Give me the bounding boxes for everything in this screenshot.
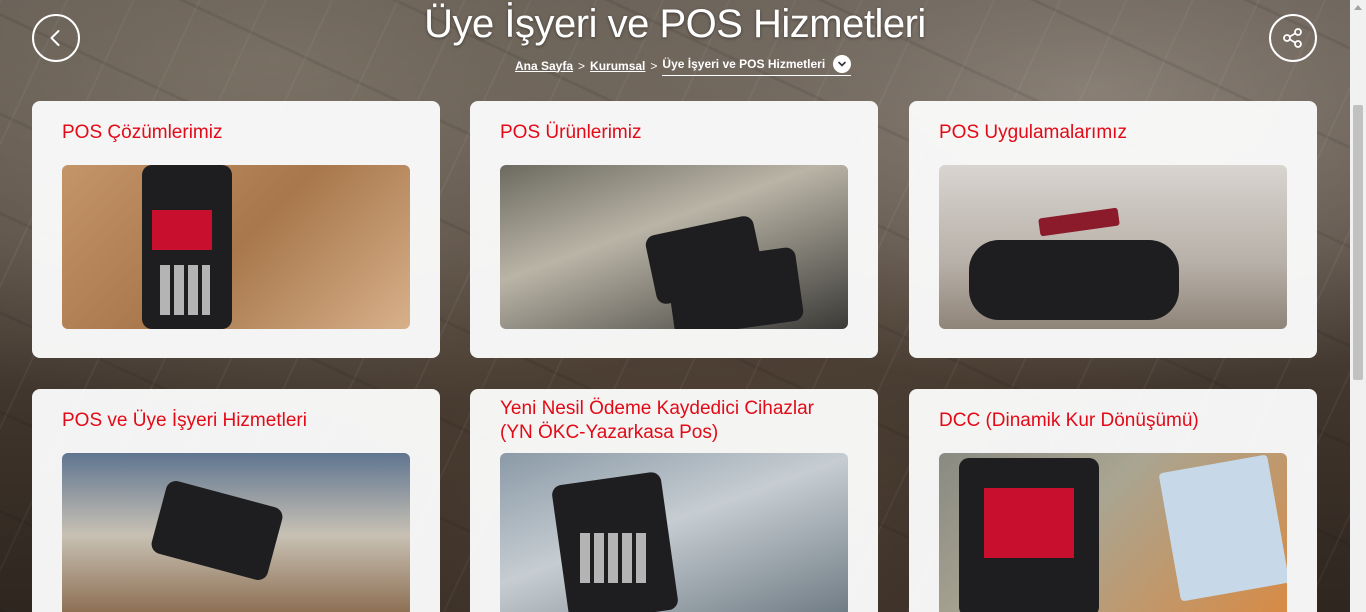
card-title: POS Uygulamalarımız <box>939 122 1127 143</box>
card-pos-applications[interactable]: POS Uygulamalarımız <box>909 101 1317 358</box>
page-title: Üye İşyeri ve POS Hizmetleri <box>424 2 926 46</box>
card-title: DCC (Dinamik Kur Dönüşümü) <box>939 410 1199 431</box>
pos-terminal-image <box>62 165 410 329</box>
contactless-payment-image <box>939 165 1287 329</box>
card-pos-solutions[interactable]: POS Çözümlerimiz <box>32 101 440 358</box>
breadcrumb-separator: > <box>578 58 586 73</box>
handheld-pos-image <box>500 453 848 612</box>
scrollbar[interactable] <box>1350 0 1366 612</box>
scroll-up-arrow-icon[interactable] <box>1354 5 1362 10</box>
chevron-down-icon <box>833 55 852 73</box>
card-title: Yeni Nesil Ödeme Kaydedici Cihazlar (YN … <box>500 398 815 443</box>
card-handover-image <box>62 453 410 612</box>
card-title: POS Çözümlerimiz <box>62 122 223 143</box>
card-pos-products[interactable]: POS Ürünlerimiz <box>470 101 878 358</box>
pos-currency-image <box>939 453 1287 612</box>
page-header: Üye İşyeri ve POS Hizmetleri Ana Sayfa >… <box>0 0 1350 100</box>
card-title: POS Ürünlerimiz <box>500 122 642 143</box>
card-dcc[interactable]: DCC (Dinamik Kur Dönüşümü) <box>909 389 1317 612</box>
breadcrumb-current-dropdown[interactable]: Üye İşyeri ve POS Hizmetleri <box>662 55 852 76</box>
card-pos-merchant-services[interactable]: POS ve Üye İşyeri Hizmetleri <box>32 389 440 612</box>
pos-terminals-image <box>500 165 848 329</box>
breadcrumb-item-home[interactable]: Ana Sayfa <box>515 59 573 73</box>
share-icon <box>1283 28 1302 48</box>
breadcrumb-current-label: Üye İşyeri ve POS Hizmetleri <box>662 57 826 71</box>
breadcrumb-separator: > <box>650 58 658 73</box>
breadcrumb: Ana Sayfa > Kurumsal > Üye İşyeri ve POS… <box>515 55 852 76</box>
card-title: POS ve Üye İşyeri Hizmetleri <box>62 410 307 431</box>
card-new-generation-registers[interactable]: Yeni Nesil Ödeme Kaydedici Cihazlar (YN … <box>470 389 878 612</box>
scrollbar-thumb[interactable] <box>1353 105 1363 380</box>
breadcrumb-item-corporate[interactable]: Kurumsal <box>590 59 645 73</box>
share-button[interactable] <box>1269 14 1317 62</box>
